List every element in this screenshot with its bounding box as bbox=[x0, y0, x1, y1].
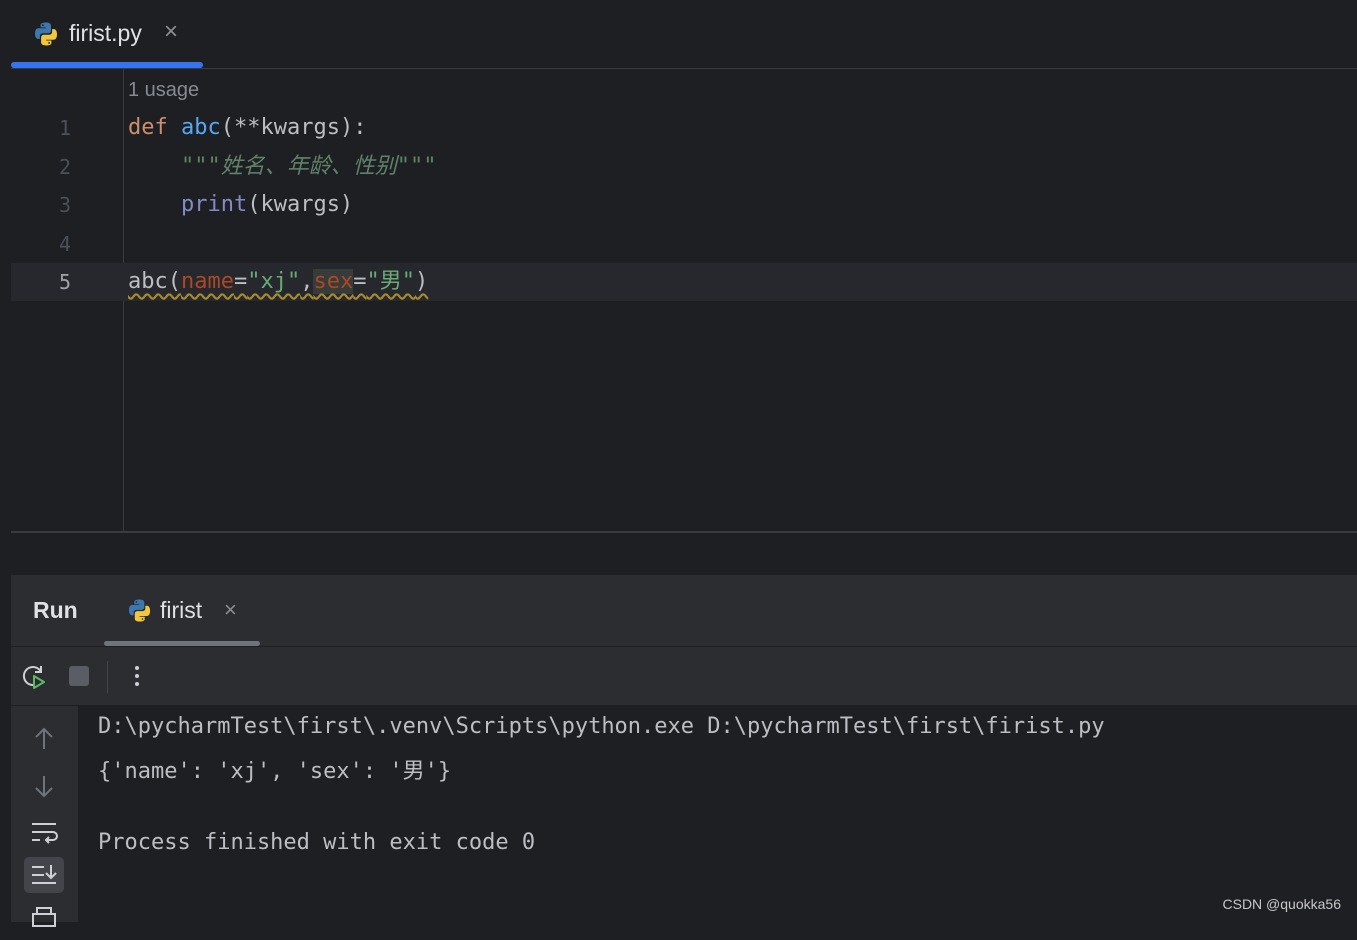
left-edge bbox=[0, 0, 11, 922]
line-number: 3 bbox=[58, 193, 71, 217]
scroll-to-end-icon[interactable] bbox=[24, 857, 64, 893]
code-line-3: 3 print(kwargs) bbox=[11, 186, 1357, 224]
line-number: 4 bbox=[58, 232, 71, 256]
code-line-2: 2 """姓名、年龄、性别""" bbox=[11, 148, 1357, 186]
line-number: 2 bbox=[58, 155, 71, 179]
usage-hint[interactable]: 1 usage bbox=[128, 79, 199, 102]
code-editor[interactable]: 1 usage 1 def abc(**kwargs): 2 """姓名、年龄、… bbox=[11, 69, 1357, 531]
code-text: """姓名、年龄、性别""" bbox=[180, 154, 437, 179]
tab-firist-py[interactable]: firist.py × bbox=[11, 0, 203, 68]
line-number: 5 bbox=[58, 270, 71, 294]
line-number: 1 bbox=[58, 116, 71, 140]
active-tab-indicator bbox=[11, 62, 203, 68]
soft-wrap-icon[interactable] bbox=[24, 814, 64, 850]
active-run-tab-indicator bbox=[104, 641, 260, 646]
code-text: def abc(**kwargs): bbox=[128, 115, 367, 140]
run-toolbar bbox=[11, 647, 1357, 705]
python-file-icon bbox=[35, 22, 57, 46]
run-panel-header: Run firist × bbox=[11, 575, 1357, 647]
arrow-down-icon[interactable] bbox=[24, 768, 64, 804]
print-icon[interactable] bbox=[24, 904, 64, 940]
close-tab-icon[interactable]: × bbox=[164, 18, 178, 46]
toolbar-separator bbox=[107, 661, 108, 693]
console-sidebar bbox=[11, 706, 78, 927]
python-run-icon bbox=[128, 599, 151, 622]
tab-title: firist.py bbox=[69, 20, 142, 46]
watermark: CSDN @quokka56 bbox=[1222, 896, 1342, 912]
console-line-output: {'name': 'xj', 'sex': '男'} bbox=[98, 759, 452, 784]
panel-splitter[interactable] bbox=[11, 531, 1357, 577]
stop-icon[interactable] bbox=[65, 662, 93, 690]
code-line-4: 4 bbox=[11, 225, 1357, 263]
run-tab-title: firist bbox=[160, 597, 203, 623]
more-options-icon[interactable] bbox=[123, 662, 151, 690]
code-line-5: 5 abc(name="xj",sex="男") bbox=[11, 263, 1357, 301]
console-line-command: D:\pycharmTest\first\.venv\Scripts\pytho… bbox=[98, 714, 1105, 739]
console-output[interactable]: D:\pycharmTest\first\.venv\Scripts\pytho… bbox=[78, 706, 1357, 922]
arrow-up-icon[interactable] bbox=[24, 721, 64, 757]
code-text: print(kwargs) bbox=[180, 192, 354, 217]
editor-tab-bar: firist.py × bbox=[11, 0, 1357, 69]
code-line-1: 1 def abc(**kwargs): bbox=[11, 109, 1357, 147]
run-tab-firist[interactable]: firist × bbox=[104, 575, 260, 646]
close-run-tab-icon[interactable]: × bbox=[224, 597, 237, 623]
rerun-icon[interactable] bbox=[19, 662, 47, 690]
console-line-exit: Process finished with exit code 0 bbox=[98, 830, 536, 855]
code-text: abc(name="xj",sex="男") bbox=[128, 269, 429, 294]
run-panel-title: Run bbox=[33, 597, 78, 623]
